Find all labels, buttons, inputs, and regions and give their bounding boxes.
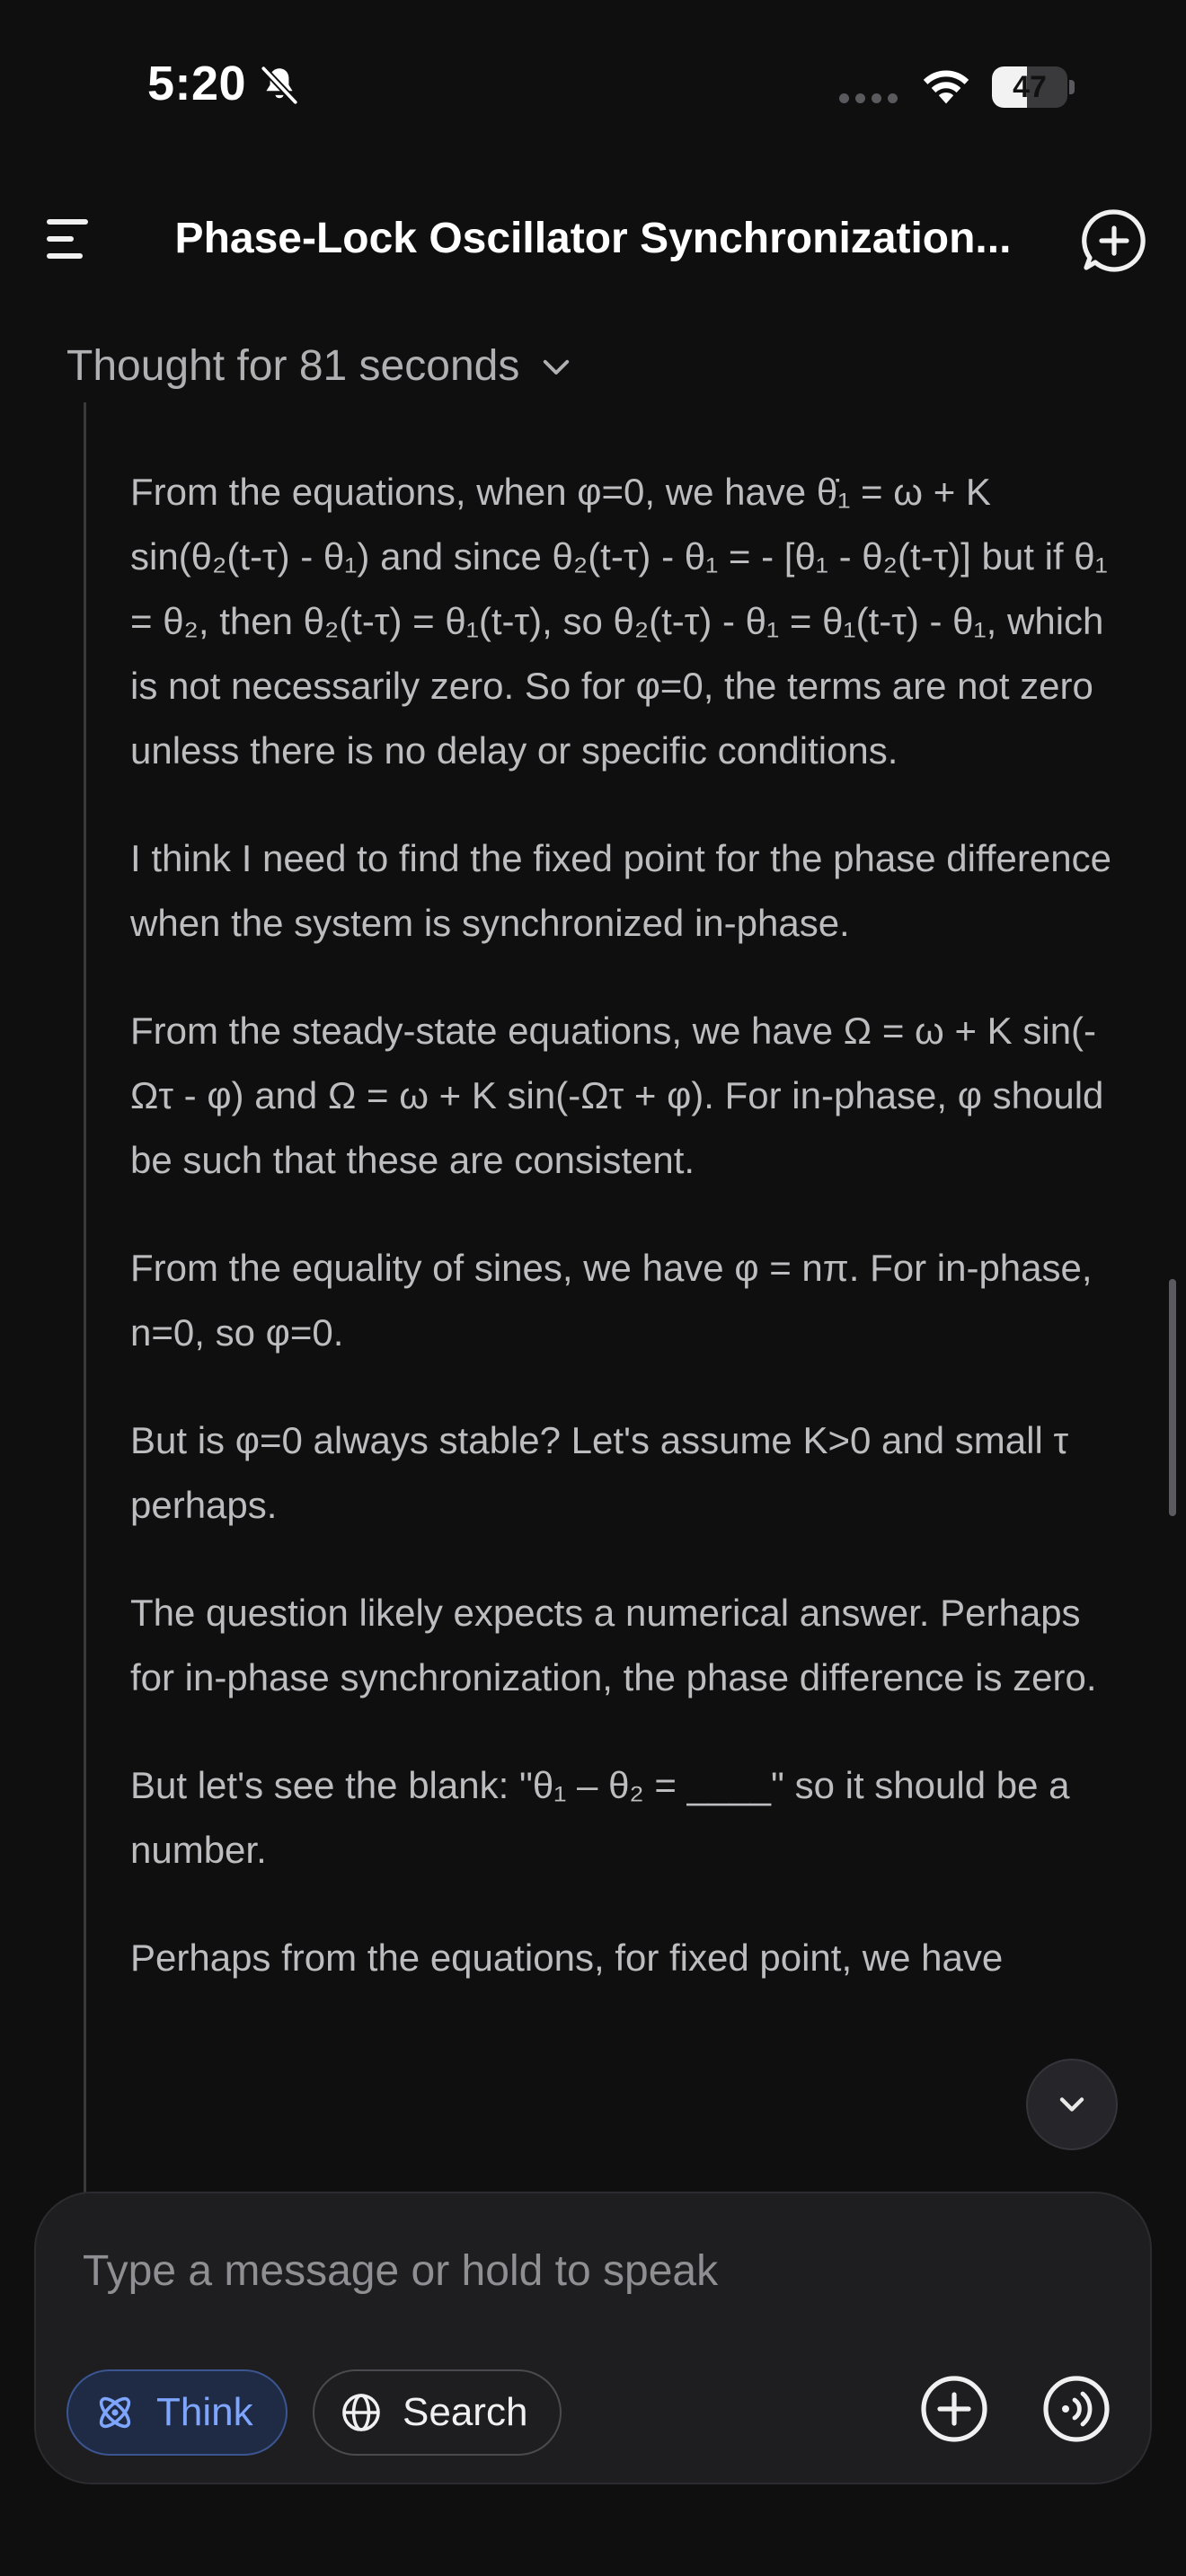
reasoning-paragraph: From the equality of sines, we have φ = …: [130, 1247, 1093, 1354]
battery-level: 47: [1013, 70, 1047, 104]
reasoning-paragraph: I think I need to find the fixed point f…: [130, 837, 1111, 944]
wifi-icon: [923, 70, 969, 104]
search-label: Search: [403, 2390, 528, 2434]
reasoning-paragraph: Perhaps from the equations, for fixed po…: [130, 1936, 1004, 1979]
bell-slash-icon: [260, 65, 299, 106]
plus-circle-icon: [921, 2376, 987, 2442]
thought-label: Thought for 81 seconds: [66, 342, 520, 390]
message-composer: Think Search: [34, 2192, 1152, 2484]
menu-icon: [47, 219, 88, 225]
atom-icon: [99, 2396, 131, 2429]
reasoning-paragraph: From the steady-state equations, we have…: [130, 1010, 1104, 1181]
reasoning-paragraph: But let's see the blank: "θ₁ – θ₂ = ____…: [130, 1764, 1070, 1871]
status-time: 5:20: [147, 57, 247, 110]
chat-screen: 5:20 47 Phase-Lock Oscillator Synchroniz…: [0, 0, 1186, 2576]
battery-icon: 47: [992, 66, 1075, 108]
page-title: Phase-Lock Oscillator Synchronization...: [174, 215, 1012, 262]
think-toggle-button[interactable]: Think: [66, 2369, 288, 2456]
chevron-down-icon: [1059, 2097, 1084, 2112]
reasoning-paragraph: But is φ=0 always stable? Let's assume K…: [130, 1419, 1069, 1526]
thought-toggle[interactable]: Thought for 81 seconds: [66, 341, 575, 391]
menu-button[interactable]: [36, 210, 108, 268]
message-input[interactable]: [83, 2238, 1071, 2303]
scroll-to-bottom-button[interactable]: [1026, 2059, 1118, 2150]
new-chat-button[interactable]: [1078, 205, 1150, 277]
cellular-dots-icon: [839, 93, 898, 103]
globe-icon: [342, 2394, 380, 2431]
voice-wave-icon: [1043, 2376, 1110, 2442]
reasoning-content: From the equations, when φ=0, we have θ̇…: [130, 460, 1119, 2033]
reasoning-paragraph: From the equations, when φ=0, we have θ̇…: [130, 471, 1108, 772]
think-label: Think: [156, 2390, 253, 2434]
new-chat-icon: [1082, 209, 1146, 272]
attach-button[interactable]: [918, 2373, 990, 2445]
search-toggle-button[interactable]: Search: [313, 2369, 562, 2456]
chat-header: Phase-Lock Oscillator Synchronization...: [0, 189, 1186, 287]
status-bar: 5:20 47: [0, 0, 1186, 171]
chevron-down-icon: [544, 359, 570, 375]
reasoning-paragraph: The question likely expects a numerical …: [130, 1592, 1097, 1698]
reasoning-rail: [84, 402, 86, 2199]
scrollbar-thumb[interactable]: [1169, 1279, 1176, 1516]
voice-mode-button[interactable]: [1040, 2373, 1112, 2445]
